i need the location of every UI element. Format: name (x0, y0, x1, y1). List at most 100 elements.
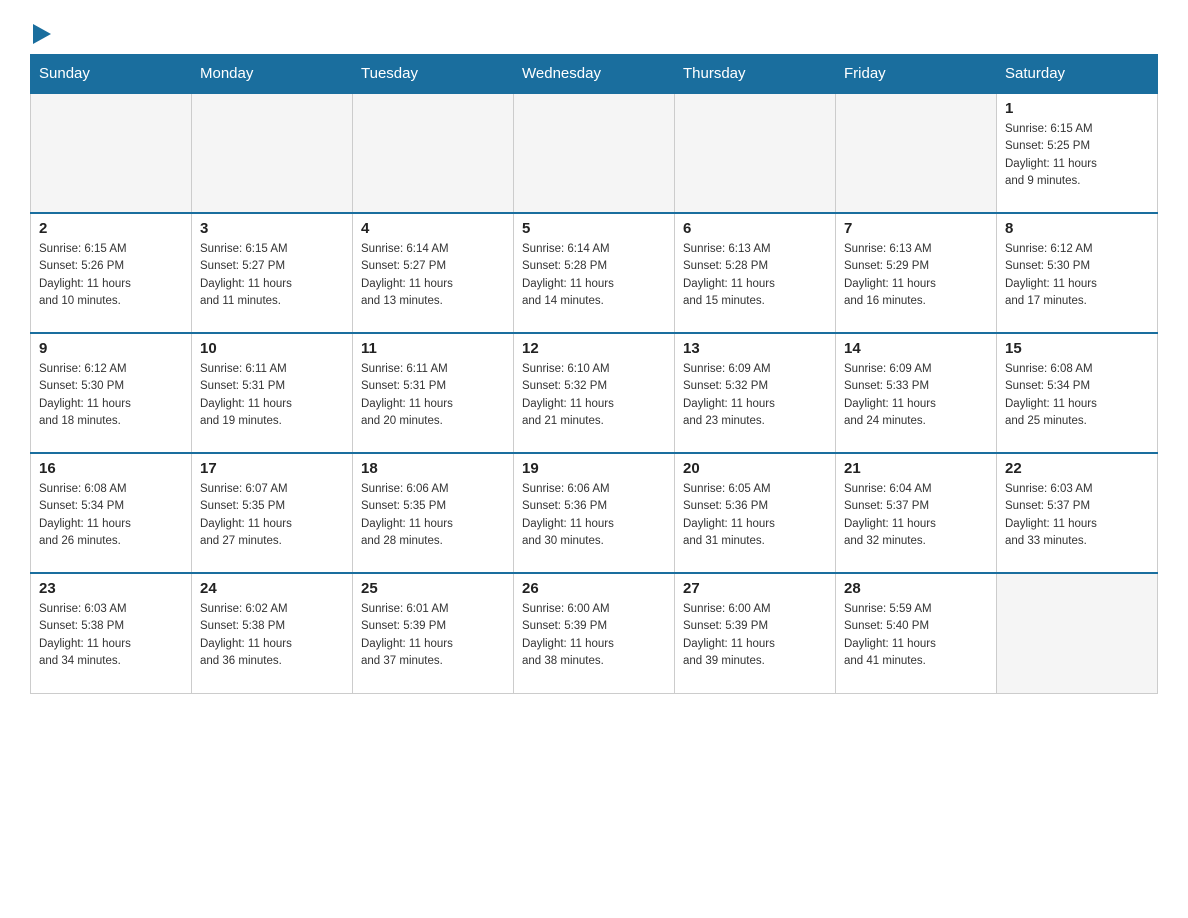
logo-triangle-icon (33, 24, 51, 44)
day-number: 20 (683, 460, 827, 477)
calendar-day-23: 23Sunrise: 6:03 AM Sunset: 5:38 PM Dayli… (31, 573, 192, 693)
day-info: Sunrise: 6:06 AM Sunset: 5:36 PM Dayligh… (522, 481, 666, 550)
calendar-day-11: 11 Sunrise: 6:11 AM Sunset: 5:31 PM Dayli… (353, 333, 514, 453)
calendar-day-empty (192, 93, 353, 213)
weekday-header-monday: Monday (192, 55, 353, 94)
calendar-day-12: 12 Sunrise: 6:10 AM Sunset: 5:32 PM Dayli… (514, 333, 675, 453)
calendar-day-empty (997, 573, 1158, 693)
calendar-day-empty (836, 93, 997, 213)
weekday-header-row: SundayMondayTuesdayWednesdayThursdayFrid… (31, 55, 1158, 94)
day-number: 17 (200, 460, 344, 477)
day-number: 22 (1005, 460, 1149, 477)
day-number: 10 (200, 340, 344, 357)
day-info: Sunrise: 6:05 AM Sunset: 5:36 PM Dayligh… (683, 481, 827, 550)
day-info: Sunrise: 6:15 AM Sunset: 5:25 PM Dayligh… (1005, 121, 1149, 190)
day-number: 11 (361, 340, 505, 357)
day-number: 6 (683, 220, 827, 237)
day-info: Sunrise: 6:00 AM Sunset: 5:39 PM Dayligh… (683, 601, 827, 670)
calendar-day-24: 24Sunrise: 6:02 AM Sunset: 5:38 PM Dayli… (192, 573, 353, 693)
weekday-header-sunday: Sunday (31, 55, 192, 94)
calendar-day-13: 13 Sunrise: 6:09 AM Sunset: 5:32 PM Dayli… (675, 333, 836, 453)
day-info: Sunrise: 6:13 AM Sunset: 5:28 PM Dayligh… (683, 241, 827, 310)
day-info: Sunrise: 6:15 AM Sunset: 5:27 PM Dayligh… (200, 241, 344, 310)
logo (30, 20, 51, 44)
calendar-day-22: 22 Sunrise: 6:03 AM Sunset: 5:37 PM Dayli… (997, 453, 1158, 573)
day-info: Sunrise: 6:08 AM Sunset: 5:34 PM Dayligh… (39, 481, 183, 550)
day-number: 27 (683, 580, 827, 597)
calendar-day-8: 8 Sunrise: 6:12 AM Sunset: 5:30 PM Daylig… (997, 213, 1158, 333)
day-number: 14 (844, 340, 988, 357)
day-info: Sunrise: 6:13 AM Sunset: 5:29 PM Dayligh… (844, 241, 988, 310)
day-number: 1 (1005, 100, 1149, 117)
weekday-header-saturday: Saturday (997, 55, 1158, 94)
day-info: Sunrise: 6:06 AM Sunset: 5:35 PM Dayligh… (361, 481, 505, 550)
calendar-day-16: 16 Sunrise: 6:08 AM Sunset: 5:34 PM Dayli… (31, 453, 192, 573)
day-number: 21 (844, 460, 988, 477)
day-number: 26 (522, 580, 666, 597)
calendar-table: SundayMondayTuesdayWednesdayThursdayFrid… (30, 54, 1158, 694)
day-info: Sunrise: 6:09 AM Sunset: 5:33 PM Dayligh… (844, 361, 988, 430)
day-number: 13 (683, 340, 827, 357)
calendar-day-1: 1 Sunrise: 6:15 AM Sunset: 5:25 PM Daylig… (997, 93, 1158, 213)
calendar-day-26: 26 Sunrise: 6:00 AM Sunset: 5:39 PM Dayli… (514, 573, 675, 693)
day-info: Sunrise: 6:01 AM Sunset: 5:39 PM Dayligh… (361, 601, 505, 670)
calendar-day-6: 6 Sunrise: 6:13 AM Sunset: 5:28 PM Daylig… (675, 213, 836, 333)
day-number: 8 (1005, 220, 1149, 237)
day-number: 9 (39, 340, 183, 357)
day-info: Sunrise: 5:59 AM Sunset: 5:40 PM Dayligh… (844, 601, 988, 670)
day-number: 23 (39, 580, 183, 597)
day-info: Sunrise: 6:15 AM Sunset: 5:26 PM Dayligh… (39, 241, 183, 310)
calendar-day-18: 18 Sunrise: 6:06 AM Sunset: 5:35 PM Dayli… (353, 453, 514, 573)
day-number: 12 (522, 340, 666, 357)
day-number: 25 (361, 580, 505, 597)
page-header (30, 20, 1158, 44)
calendar-day-28: 28 Sunrise: 5:59 AM Sunset: 5:40 PM Dayli… (836, 573, 997, 693)
calendar-day-20: 20 Sunrise: 6:05 AM Sunset: 5:36 PM Dayli… (675, 453, 836, 573)
calendar-day-5: 5 Sunrise: 6:14 AM Sunset: 5:28 PM Daylig… (514, 213, 675, 333)
day-info: Sunrise: 6:14 AM Sunset: 5:28 PM Dayligh… (522, 241, 666, 310)
day-info: Sunrise: 6:00 AM Sunset: 5:39 PM Dayligh… (522, 601, 666, 670)
day-number: 16 (39, 460, 183, 477)
calendar-day-empty (353, 93, 514, 213)
calendar-day-empty (675, 93, 836, 213)
day-info: Sunrise: 6:11 AM Sunset: 5:31 PM Dayligh… (361, 361, 505, 430)
day-info: Sunrise: 6:07 AM Sunset: 5:35 PM Dayligh… (200, 481, 344, 550)
day-number: 7 (844, 220, 988, 237)
day-info: Sunrise: 6:10 AM Sunset: 5:32 PM Dayligh… (522, 361, 666, 430)
calendar-day-25: 25 Sunrise: 6:01 AM Sunset: 5:39 PM Dayli… (353, 573, 514, 693)
calendar-day-7: 7 Sunrise: 6:13 AM Sunset: 5:29 PM Daylig… (836, 213, 997, 333)
day-info: Sunrise: 6:12 AM Sunset: 5:30 PM Dayligh… (1005, 241, 1149, 310)
calendar-day-14: 14 Sunrise: 6:09 AM Sunset: 5:33 PM Dayli… (836, 333, 997, 453)
day-number: 3 (200, 220, 344, 237)
calendar-day-19: 19Sunrise: 6:06 AM Sunset: 5:36 PM Dayli… (514, 453, 675, 573)
calendar-day-10: 10 Sunrise: 6:11 AM Sunset: 5:31 PM Dayli… (192, 333, 353, 453)
day-number: 15 (1005, 340, 1149, 357)
day-info: Sunrise: 6:03 AM Sunset: 5:37 PM Dayligh… (1005, 481, 1149, 550)
calendar-day-17: 17 Sunrise: 6:07 AM Sunset: 5:35 PM Dayli… (192, 453, 353, 573)
day-number: 18 (361, 460, 505, 477)
weekday-header-wednesday: Wednesday (514, 55, 675, 94)
day-info: Sunrise: 6:04 AM Sunset: 5:37 PM Dayligh… (844, 481, 988, 550)
calendar-day-3: 3 Sunrise: 6:15 AM Sunset: 5:27 PM Daylig… (192, 213, 353, 333)
weekday-header-thursday: Thursday (675, 55, 836, 94)
day-info: Sunrise: 6:09 AM Sunset: 5:32 PM Dayligh… (683, 361, 827, 430)
calendar-week-row: 2 Sunrise: 6:15 AM Sunset: 5:26 PM Daylig… (31, 213, 1158, 333)
calendar-day-9: 9 Sunrise: 6:12 AM Sunset: 5:30 PM Daylig… (31, 333, 192, 453)
day-number: 4 (361, 220, 505, 237)
day-info: Sunrise: 6:12 AM Sunset: 5:30 PM Dayligh… (39, 361, 183, 430)
day-number: 28 (844, 580, 988, 597)
calendar-day-4: 4 Sunrise: 6:14 AM Sunset: 5:27 PM Daylig… (353, 213, 514, 333)
calendar-week-row: 23Sunrise: 6:03 AM Sunset: 5:38 PM Dayli… (31, 573, 1158, 693)
day-number: 2 (39, 220, 183, 237)
weekday-header-tuesday: Tuesday (353, 55, 514, 94)
calendar-day-15: 15 Sunrise: 6:08 AM Sunset: 5:34 PM Dayli… (997, 333, 1158, 453)
calendar-week-row: 1 Sunrise: 6:15 AM Sunset: 5:25 PM Daylig… (31, 93, 1158, 213)
day-info: Sunrise: 6:11 AM Sunset: 5:31 PM Dayligh… (200, 361, 344, 430)
day-number: 5 (522, 220, 666, 237)
day-info: Sunrise: 6:14 AM Sunset: 5:27 PM Dayligh… (361, 241, 505, 310)
weekday-header-friday: Friday (836, 55, 997, 94)
calendar-week-row: 9 Sunrise: 6:12 AM Sunset: 5:30 PM Daylig… (31, 333, 1158, 453)
day-info: Sunrise: 6:08 AM Sunset: 5:34 PM Dayligh… (1005, 361, 1149, 430)
calendar-week-row: 16 Sunrise: 6:08 AM Sunset: 5:34 PM Dayli… (31, 453, 1158, 573)
calendar-day-empty (31, 93, 192, 213)
